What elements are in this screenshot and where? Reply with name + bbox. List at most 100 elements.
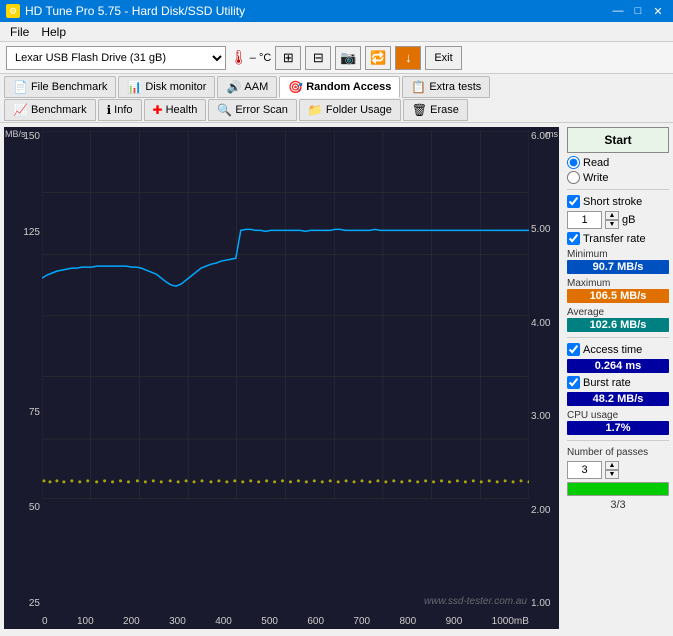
burst-rate-value: 48.2 MB/s	[567, 392, 669, 406]
minimize-button[interactable]: —	[609, 3, 627, 19]
tab-random-access-label: Random Access	[306, 81, 391, 93]
divider-3	[567, 440, 669, 441]
tab-info-label: Info	[114, 104, 132, 116]
short-stroke-input-row: 1 ▲ ▼ gB	[567, 211, 669, 229]
tab-health-label: Health	[166, 104, 198, 116]
tab-extra-tests-label: Extra tests	[429, 81, 481, 93]
read-radio-label[interactable]: Read	[567, 156, 669, 169]
burst-rate-checkbox[interactable]	[567, 376, 580, 389]
divider-2	[567, 337, 669, 338]
read-radio[interactable]	[567, 156, 580, 169]
access-time-checkbox[interactable]	[567, 343, 580, 356]
tab-erase[interactable]: 🗑 Erase	[403, 99, 468, 121]
start-button[interactable]: Start	[567, 127, 669, 153]
tab-file-benchmark-label: File Benchmark	[31, 81, 107, 93]
tab-extra-tests[interactable]: 📋 Extra tests	[402, 76, 490, 98]
tab-health[interactable]: ✚ Health	[144, 99, 207, 121]
passes-input-row: ▲ ▼	[567, 461, 669, 479]
tab-folder-usage-label: Folder Usage	[326, 104, 392, 116]
passes-spin-up[interactable]: ▲	[605, 461, 619, 470]
write-radio-label[interactable]: Write	[567, 171, 669, 184]
progress-bar-fill	[568, 483, 668, 495]
progress-label: 3/3	[567, 499, 669, 511]
minimum-value: 90.7 MB/s	[567, 260, 669, 274]
passes-input[interactable]	[567, 461, 602, 479]
short-stroke-label: Short stroke	[583, 196, 642, 208]
toolbar-icon-4[interactable]: 🔁	[365, 46, 391, 70]
watermark: www.ssd-tester.com.au	[424, 596, 527, 607]
toolbar-icon-2[interactable]: ⊟	[305, 46, 331, 70]
access-time-checkbox-label[interactable]: Access time	[567, 343, 669, 356]
folder-usage-icon: 📁	[308, 103, 323, 117]
num-passes-label: Number of passes	[567, 447, 669, 458]
tab-info[interactable]: ℹ Info	[98, 99, 142, 121]
disk-monitor-icon: 📊	[127, 80, 142, 94]
window-title: HD Tune Pro 5.75 - Hard Disk/SSD Utility	[25, 4, 245, 18]
maximum-label: Maximum	[567, 278, 669, 289]
transfer-rate-checkbox-label[interactable]: Transfer rate	[567, 232, 669, 245]
toolbar-icon-5[interactable]: ↓	[395, 46, 421, 70]
read-label: Read	[583, 157, 609, 169]
passes-spinner: ▲ ▼	[605, 461, 619, 479]
info-icon: ℹ	[107, 103, 112, 117]
short-stroke-checkbox-label[interactable]: Short stroke	[567, 195, 669, 208]
close-button[interactable]: ✕	[649, 3, 667, 19]
average-section: Average 102.6 MB/s	[567, 306, 669, 332]
spin-down-button[interactable]: ▼	[605, 220, 619, 229]
random-access-icon: 🎯	[288, 80, 303, 94]
access-time-value: 0.264 ms	[567, 359, 669, 373]
tab-disk-monitor-label: Disk monitor	[145, 81, 206, 93]
tabs-row-2: 📈 Benchmark ℹ Info ✚ Health 🔍 Error Scan…	[4, 99, 669, 121]
tab-benchmark[interactable]: 📈 Benchmark	[4, 99, 96, 121]
tab-aam[interactable]: 🔊 AAM	[217, 76, 277, 98]
spin-up-button[interactable]: ▲	[605, 211, 619, 220]
cpu-usage-value: 1.7%	[567, 421, 669, 435]
drive-selector[interactable]: Lexar USB Flash Drive (31 gB)	[6, 46, 226, 70]
chart-svg	[42, 131, 529, 499]
file-benchmark-icon: 📄	[13, 80, 28, 94]
help-menu[interactable]: Help	[35, 23, 72, 41]
burst-rate-checkbox-label[interactable]: Burst rate	[567, 376, 669, 389]
chart-x-labels: 0 100 200 300 400 500 600 700 800 900 10…	[42, 616, 529, 627]
error-scan-icon: 🔍	[217, 103, 232, 117]
tab-folder-usage[interactable]: 📁 Folder Usage	[299, 99, 401, 121]
toolbar: Lexar USB Flash Drive (31 gB) 🌡 – °C ⊞ ⊟…	[0, 42, 673, 74]
menu-bar: File Help	[0, 22, 673, 42]
maximize-button[interactable]: □	[629, 3, 647, 19]
cpu-usage-label: CPU usage	[567, 410, 669, 421]
temperature-display: – °C	[250, 52, 272, 64]
average-label: Average	[567, 307, 669, 318]
file-menu[interactable]: File	[4, 23, 35, 41]
passes-spin-down[interactable]: ▼	[605, 470, 619, 479]
tab-error-scan-label: Error Scan	[235, 104, 288, 116]
exit-button[interactable]: Exit	[425, 46, 461, 70]
health-icon: ✚	[153, 103, 163, 117]
chart-y-left-labels: 150 125 75 50 25	[4, 127, 42, 609]
burst-rate-label: Burst rate	[583, 377, 631, 389]
title-bar: ⚙ HD Tune Pro 5.75 - Hard Disk/SSD Utili…	[0, 0, 673, 22]
progress-bar-container	[567, 482, 669, 496]
transfer-rate-checkbox[interactable]	[567, 232, 580, 245]
chart-area: MB/s ms 150 125 75 50 25 6.00 5.00 4.00 …	[4, 127, 559, 629]
short-stroke-checkbox[interactable]	[567, 195, 580, 208]
write-radio[interactable]	[567, 171, 580, 184]
minimum-section: Minimum 90.7 MB/s	[567, 248, 669, 274]
tab-random-access[interactable]: 🎯 Random Access	[279, 76, 400, 98]
average-value: 102.6 MB/s	[567, 318, 669, 332]
erase-icon: 🗑	[412, 103, 427, 117]
tab-error-scan[interactable]: 🔍 Error Scan	[208, 99, 297, 121]
tab-file-benchmark[interactable]: 📄 File Benchmark	[4, 76, 116, 98]
tab-benchmark-label: Benchmark	[31, 104, 87, 116]
tab-disk-monitor[interactable]: 📊 Disk monitor	[118, 76, 215, 98]
short-stroke-input[interactable]: 1	[567, 211, 602, 229]
chart-y-right-labels: 6.00 5.00 4.00 3.00 2.00 1.00	[529, 127, 559, 609]
write-label: Write	[583, 172, 608, 184]
transfer-rate-label: Transfer rate	[583, 233, 646, 245]
toolbar-icon-3[interactable]: 📷	[335, 46, 361, 70]
main-content: MB/s ms 150 125 75 50 25 6.00 5.00 4.00 …	[0, 123, 673, 633]
benchmark-icon: 📈	[13, 103, 28, 117]
cpu-usage-section: CPU usage 1.7%	[567, 409, 669, 435]
short-stroke-unit: gB	[622, 214, 635, 226]
minimum-label: Minimum	[567, 249, 669, 260]
toolbar-icon-1[interactable]: ⊞	[275, 46, 301, 70]
